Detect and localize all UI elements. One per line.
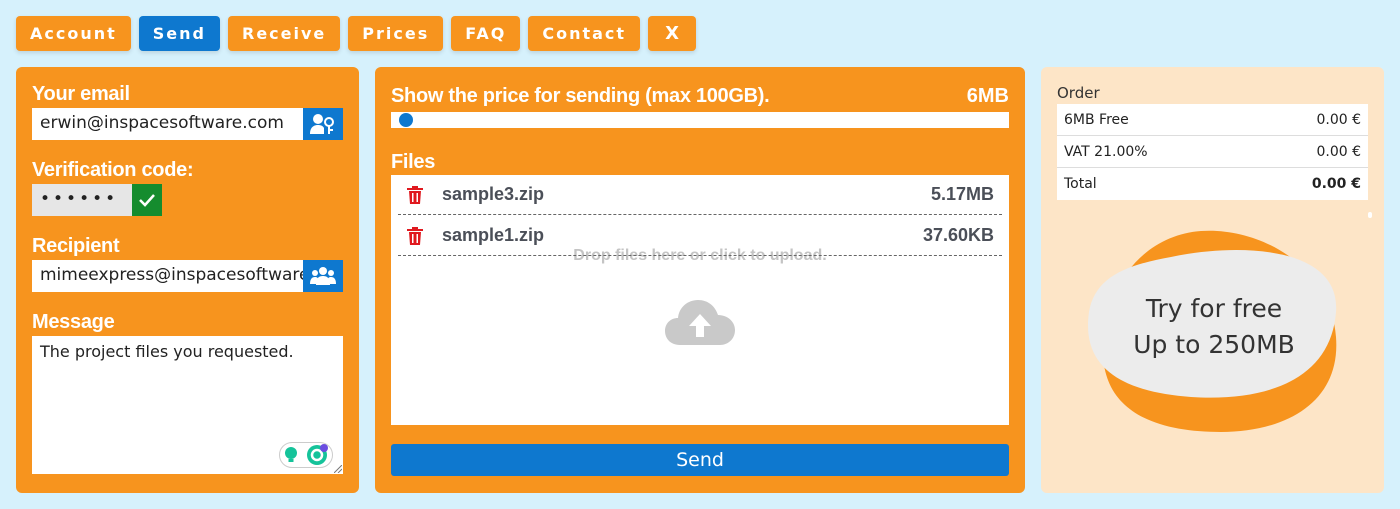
nav-x-link[interactable]: X [648,16,697,51]
cloud-upload-icon [665,300,735,345]
user-key-icon [310,114,334,134]
slider-handle[interactable] [399,113,414,127]
file-row: sample3.zip 5.17MB [398,175,1002,215]
nav-account[interactable]: Account [16,16,131,51]
nav-receive[interactable]: Receive [228,16,341,51]
check-icon [139,194,155,207]
email-input[interactable]: erwin@inspacesoftware.com [32,108,303,140]
file-dropzone[interactable]: Drop files here or click to upload. samp… [391,175,1009,425]
order-total-value: 0.00 € [1311,176,1361,192]
promo-line-2: Up to 250MB [1133,330,1295,359]
order-row-value: 0.00 € [1316,143,1361,160]
upload-panel: Show the price for sending (max 100GB). … [375,67,1025,493]
files-label: Files [391,151,436,173]
file-name: sample3.zip [442,184,545,204]
lightbulb-icon [285,447,297,462]
email-label: Your email [32,83,130,105]
recipient-label: Recipient [32,235,120,257]
size-slider[interactable] [391,112,1009,128]
size-readout: 6MB [966,85,1009,107]
file-row: sample1.zip 37.60KB [398,216,1002,256]
file-size: 37.60KB [922,225,994,245]
order-row-value: 0.00 € [1316,111,1361,128]
message-textarea[interactable]: The project files you requested. [32,336,343,474]
contacts-button[interactable] [303,260,343,292]
promo-text: Try for free Up to 250MB [1089,291,1339,363]
file-size: 5.17MB [930,184,994,204]
send-form-panel: Your email erwin@inspacesoftware.com Ver… [16,67,359,493]
trash-icon [407,185,423,204]
delete-file-button[interactable] [398,226,432,245]
nav-faq[interactable]: FAQ [451,16,521,51]
message-label: Message [32,311,115,333]
order-total-row: Total 0.00 € [1057,168,1368,200]
order-row-label: 6MB Free [1064,111,1129,128]
verification-code-input[interactable]: •••••• [32,184,132,216]
order-row: VAT 21.00% 0.00 € [1057,136,1368,168]
nav-prices[interactable]: Prices [348,16,444,51]
order-table: 6MB Free 0.00 € VAT 21.00% 0.00 € Total … [1057,104,1368,200]
delete-file-button[interactable] [398,185,432,204]
verify-email-button[interactable] [303,108,343,140]
grammarly-icon [307,444,328,465]
code-verified-button[interactable] [132,184,162,216]
order-panel: Order 6MB Free 0.00 € VAT 21.00% 0.00 € … [1041,67,1384,493]
users-icon [310,267,336,285]
order-row-label: Total [1064,176,1097,192]
send-button[interactable]: Send [391,444,1009,476]
file-name: sample1.zip [442,225,545,245]
promo-line-1: Try for free [1145,294,1283,323]
code-label: Verification code: [32,159,194,181]
price-label: Show the price for sending (max 100GB). [391,85,770,107]
top-nav: Account Send Receive Prices FAQ Contact … [16,16,697,51]
trash-icon [407,226,423,245]
grammarly-widget[interactable] [279,442,333,468]
order-row: 6MB Free 0.00 € [1057,104,1368,136]
recipient-input[interactable]: mimeexpress@inspacesoftware [32,260,303,292]
message-text: The project files you requested. [40,342,294,361]
order-title: Order [1057,84,1100,102]
nav-send[interactable]: Send [138,16,220,51]
panel-edge-marker [1368,212,1372,218]
order-row-label: VAT 21.00% [1064,143,1148,160]
resize-handle-icon[interactable] [334,465,342,473]
nav-contact[interactable]: Contact [528,16,641,51]
